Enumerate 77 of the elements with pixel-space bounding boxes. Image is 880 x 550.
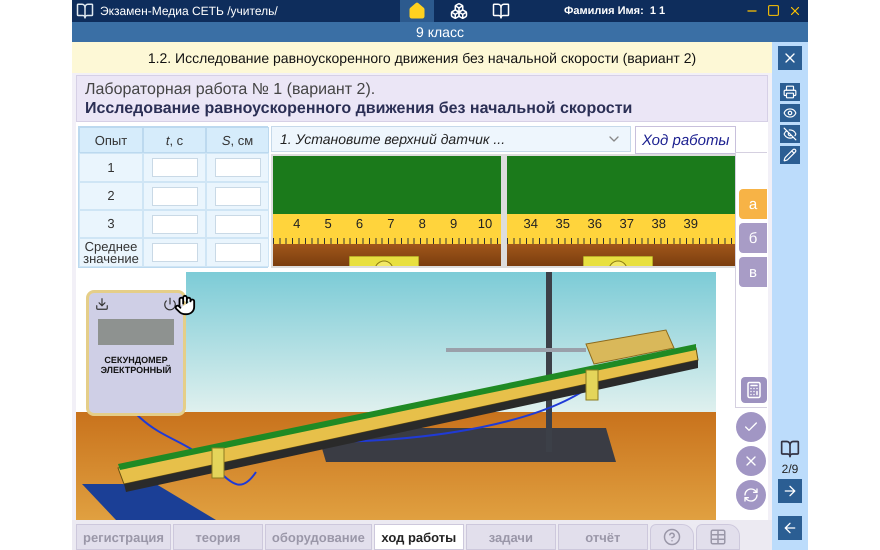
next-button[interactable] [778,479,802,503]
maximize-icon[interactable] [767,4,780,17]
section-tab[interactable]: ход работы [374,524,464,550]
refresh-icon [743,487,759,503]
ruler-number: 4 [292,216,302,231]
input-field[interactable] [152,158,198,177]
section-tab[interactable]: регистрация [76,524,171,550]
input-field[interactable] [152,214,198,234]
stopwatch-label: СЕКУНДОМЕР ЭЛЕКТРОННЫЙ [100,355,172,375]
topic-title: 1.2. Исследование равноускоренного движения без начальной скорости (вариант 2) [72,42,772,73]
eye-icon [783,106,797,120]
ruler-number: 39 [682,216,699,231]
ruler-number: 8 [418,216,427,231]
refresh-button[interactable] [736,480,766,510]
ruler-number: 5 [323,216,333,231]
clear-button[interactable] [736,446,766,476]
input-field[interactable] [214,186,260,206]
column-header: t, с [143,127,206,153]
input-field[interactable] [152,243,198,262]
lab-subtitle: Исследование равноускоренного движения без начальной скорости [85,98,634,118]
section-tab[interactable]: оборудование [264,524,372,550]
ruler-number: 37 [618,216,635,231]
calculator-button[interactable] [741,377,767,403]
input-field[interactable] [214,243,260,262]
table-cell: 2 [79,182,143,210]
section-tab[interactable]: задачи [466,524,556,550]
logo-icon [76,2,94,20]
home-icon [408,2,426,20]
user-name: Фамилия Имя: 1 1 [564,5,666,17]
eye-off-icon [783,127,797,141]
work-tab[interactable]: Ход работы [635,126,736,154]
ruler-number: 34 [522,216,539,231]
table-icon [708,528,727,546]
back-button[interactable] [778,516,802,540]
page-counter: 2/9 [782,462,798,476]
help-icon [662,528,681,546]
calculator-icon [745,381,763,399]
app-title: Экзамен-Медиа СЕТЬ /учитель/ [100,4,279,18]
input-field[interactable] [152,186,198,206]
ruler-number: 38 [650,216,667,231]
close-button[interactable] [778,46,802,70]
hand-cursor-icon [174,294,196,316]
instruction-dropdown[interactable]: 1. Установите верхний датчик ... [271,126,631,152]
section-tab[interactable]: отчёт [558,524,648,550]
printer-icon [783,85,797,99]
ruler-number: 36 [586,216,603,231]
download-icon [95,297,109,311]
side-tab[interactable]: в [739,257,767,287]
close-icon[interactable] [788,4,802,18]
book-icon [780,439,800,459]
ruler-number: 9 [449,216,458,231]
ruler-number: 35 [554,216,571,231]
class-title: 9 класс [72,22,808,42]
stopwatch[interactable]: СЕКУНДОМЕР ЭЛЕКТРОННЫЙ [86,290,186,416]
pencil-button[interactable] [780,146,800,164]
power-icon[interactable] [163,297,177,311]
side-tab[interactable]: а [739,189,767,219]
eye-button[interactable] [780,104,800,122]
ruler-number: 10 [476,216,494,231]
input-field[interactable] [214,158,260,177]
blocks-icon [450,2,468,20]
check-button[interactable] [736,412,766,442]
table-cell: 3 [79,210,143,238]
ruler-number: 6 [354,216,364,231]
table-cell: 1 [79,153,143,182]
column-header: S, см [206,127,269,153]
column-header: Опыт [79,127,143,153]
lab-title: Лабораторная работа № 1 (вариант 2). [85,80,376,98]
section-tab[interactable]: теория [172,524,263,550]
ruler-number: 7 [386,216,396,231]
print-button[interactable] [780,83,800,101]
eye-off-button[interactable] [780,125,800,143]
book-icon [492,2,510,20]
table-cell: Среднее значение [79,238,143,267]
input-field[interactable] [214,214,260,234]
side-tab[interactable]: б [739,223,767,253]
pencil-icon [783,148,797,162]
